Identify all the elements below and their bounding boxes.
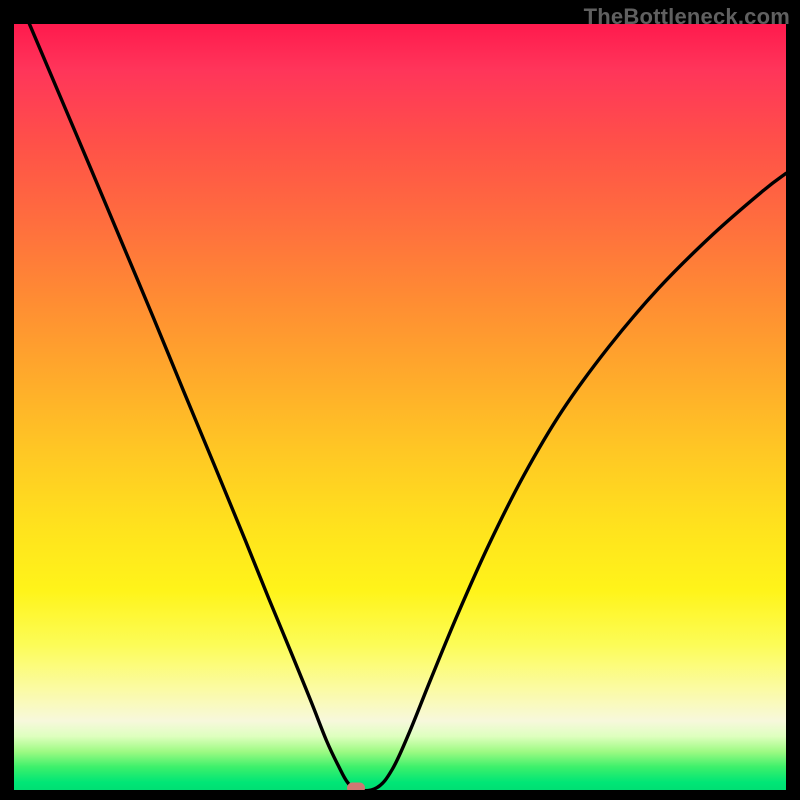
watermark-text: TheBottleneck.com	[584, 4, 790, 30]
bottleneck-curve	[29, 24, 786, 790]
plot-outer	[14, 24, 786, 790]
plot-area	[14, 24, 786, 790]
chart-frame: TheBottleneck.com	[0, 0, 800, 800]
curve-svg	[14, 24, 786, 790]
minimum-marker	[347, 783, 365, 790]
